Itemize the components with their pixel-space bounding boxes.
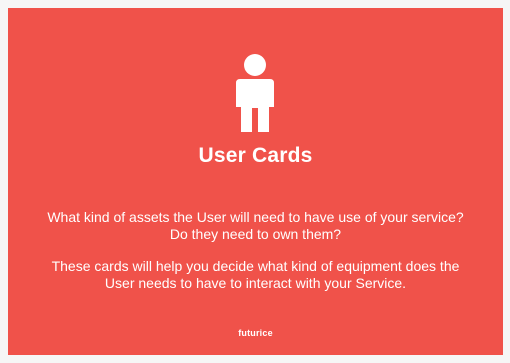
card-question-text: What kind of assets the User will need t… (47, 209, 464, 242)
card-title: User Cards (198, 144, 313, 167)
person-icon (236, 54, 274, 132)
brand-logo: futurice (238, 328, 273, 338)
user-cards-card: User Cards What kind of assets the User … (8, 8, 503, 355)
card-description-text: These cards will help you decide what ki… (51, 258, 460, 291)
